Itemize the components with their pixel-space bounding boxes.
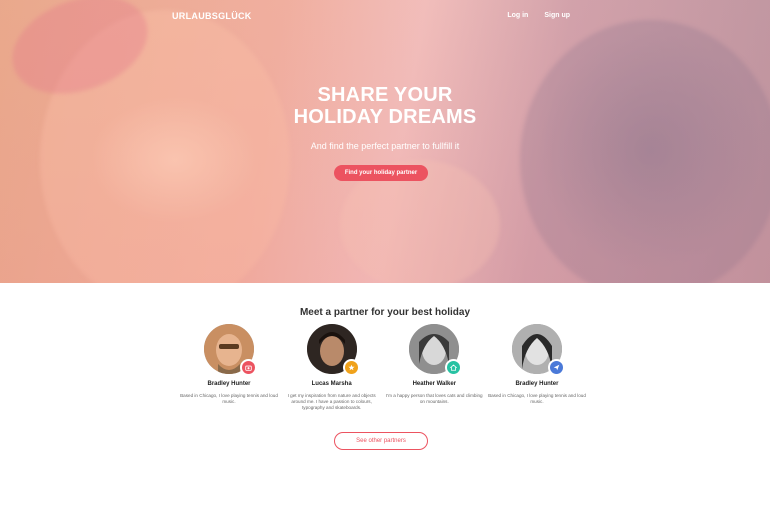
partner-card[interactable]: Heather Walker I'm a happy person that l… [383, 324, 485, 411]
hero-title: SHARE YOUR HOLIDAY DREAMS [0, 84, 770, 128]
partner-name: Bradley Hunter [515, 381, 559, 387]
hero-title-line: HOLIDAY DREAMS [293, 106, 477, 128]
partner-card[interactable]: Bradley Hunter Based in Chicago, I love … [486, 324, 588, 411]
signup-link[interactable]: Sign up [544, 12, 570, 19]
camera-icon [240, 359, 257, 376]
see-other-partners-button[interactable]: See other partners [334, 432, 428, 450]
star-icon [342, 359, 360, 376]
partner-card[interactable]: Lucas Marsha I get my inspiration from n… [281, 324, 383, 411]
partner-list: Bradley Hunter Based in Chicago, I love … [178, 324, 588, 411]
partner-name: Lucas Marsha [311, 381, 352, 387]
login-link[interactable]: Log in [507, 12, 528, 19]
partner-name: Bradley Hunter [207, 381, 251, 387]
partner-description: Based in Chicago, I love playing tennis … [180, 393, 278, 404]
send-icon [547, 359, 565, 376]
top-nav: Log in Sign up [507, 12, 570, 19]
find-partner-button[interactable]: Find your holiday partner [334, 165, 428, 181]
partner-description: I get my inspiration from nature and obj… [287, 393, 376, 410]
hero-subtitle: And find the perfect partner to fullfill… [310, 141, 460, 151]
home-icon [445, 359, 463, 376]
partner-card[interactable]: Bradley Hunter Based in Chicago, I love … [178, 324, 280, 411]
partner-description: Based in Chicago, I love playing tennis … [488, 393, 586, 404]
section-title: Meet a partner for your best holiday [299, 307, 471, 318]
hero-banner: URLAUBSGLÜCK Log in Sign up SHARE YOUR H… [0, 0, 770, 283]
logo[interactable]: URLAUBSGLÜCK [172, 11, 252, 21]
partner-name: Heather Walker [412, 381, 457, 387]
partner-description: I'm a happy person that loves cats and c… [385, 393, 483, 404]
hero-title-line: SHARE YOUR [317, 84, 453, 106]
